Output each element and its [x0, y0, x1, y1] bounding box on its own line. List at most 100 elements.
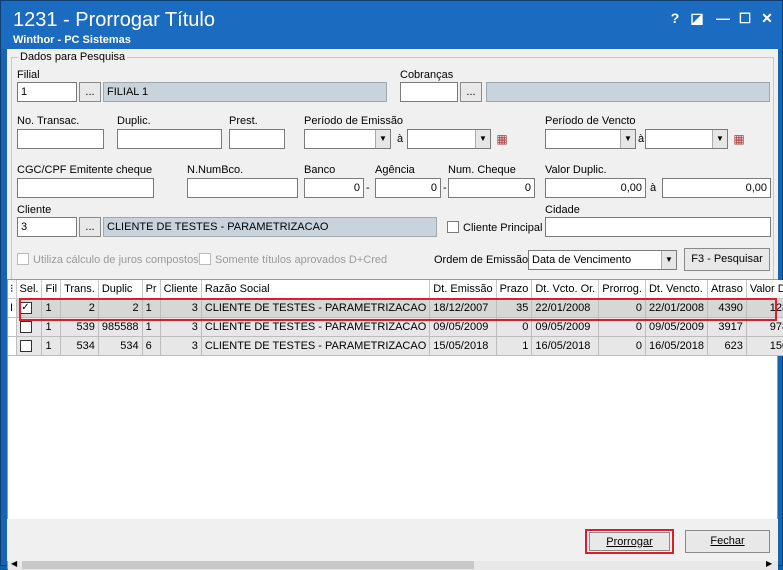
button-bar: Prorrogar Fechar: [7, 519, 778, 561]
agencia-label: Agência: [375, 164, 415, 176]
juros-checkbox[interactable]: [17, 253, 29, 265]
duplic-label: Duplic.: [117, 115, 151, 127]
emissao-to-date[interactable]: ▼: [407, 129, 491, 149]
col-vencto[interactable]: Dt. Vencto.: [645, 280, 709, 299]
aprovados-checkbox[interactable]: [199, 253, 211, 265]
scrollbar-thumb[interactable]: [22, 560, 474, 569]
row-indicator: I: [8, 298, 17, 318]
transac-label: No. Transac.: [17, 115, 80, 127]
chevron-down-icon[interactable]: ▼: [475, 130, 490, 148]
maximize-button[interactable]: ☐: [735, 9, 755, 27]
group-title: Dados para Pesquisa: [18, 51, 128, 63]
vencto-to-date[interactable]: ▼: [645, 129, 728, 149]
chevron-down-icon[interactable]: ▼: [620, 130, 635, 148]
prest-label: Prest.: [229, 115, 258, 127]
row-indicator: [8, 317, 17, 337]
agencia-input[interactable]: 0: [375, 178, 441, 198]
filial-name-field: FILIAL 1: [103, 82, 387, 102]
col-trans[interactable]: Trans.: [60, 280, 99, 299]
row-checkbox[interactable]: [19, 339, 32, 352]
cliente-code-input[interactable]: 3: [17, 217, 77, 237]
duplic-input[interactable]: [117, 129, 222, 149]
col-emissao[interactable]: Dt. Emissão: [429, 280, 497, 299]
window-title: 1231 - Prorrogar Título: [13, 9, 215, 31]
form-body: Dados para Pesquisa Filial 1 ... FILIAL …: [7, 49, 783, 570]
banco-label: Banco: [304, 164, 336, 176]
cliente-principal-label: Cliente Principal: [463, 222, 543, 234]
row-select-cell[interactable]: [16, 336, 43, 356]
col-pr[interactable]: Pr: [142, 280, 161, 299]
agencia-sep: -: [443, 182, 447, 194]
table-row[interactable]: 1 534 534 6 3 CLIENTE DE TESTES - PARAME…: [8, 336, 783, 356]
cidade-label: Cidade: [545, 204, 580, 216]
col-prorrog[interactable]: Prorrog.: [598, 280, 646, 299]
num-cheque-input[interactable]: 0: [448, 178, 535, 198]
cobrancas-code-input[interactable]: [400, 82, 458, 102]
banco-input[interactable]: 0: [304, 178, 364, 198]
col-vcto-or[interactable]: Dt. Vcto. Or.: [531, 280, 600, 299]
prorrogar-button[interactable]: Prorrogar: [589, 532, 670, 551]
valor-sep: à: [650, 182, 657, 194]
chevron-down-icon[interactable]: ▼: [712, 130, 727, 148]
row-highlight: [19, 298, 777, 321]
col-cliente[interactable]: Cliente: [160, 280, 202, 299]
ordem-label: Ordem de Emissão: [434, 254, 529, 266]
col-razao[interactable]: Razão Social: [201, 280, 431, 299]
cgc-label: CGC/CPF Emitente cheque: [17, 164, 153, 176]
minimize-button[interactable]: —: [713, 9, 733, 27]
filial-label: Filial: [17, 69, 40, 81]
vencto-sep: à: [638, 133, 645, 145]
restore-icon[interactable]: ◪: [687, 9, 707, 27]
transac-input[interactable]: [17, 129, 104, 149]
ordem-value: Data de Vencimento: [532, 254, 632, 266]
calendar-icon[interactable]: ▦: [493, 130, 511, 148]
fechar-button[interactable]: Fechar: [685, 530, 770, 553]
valor-to-input[interactable]: 0,00: [662, 178, 771, 198]
cgc-input[interactable]: [17, 178, 154, 198]
cell-prazo: 1: [496, 336, 533, 356]
grid-header: ⁝ Sel. Fil Trans. Duplic Pr Cliente Razã…: [8, 280, 783, 299]
close-button[interactable]: ✕: [757, 9, 777, 27]
row-checkbox[interactable]: [19, 320, 32, 333]
col-prazo[interactable]: Prazo: [496, 280, 533, 299]
cliente-name-field: CLIENTE DE TESTES - PARAMETRIZACAO: [103, 217, 437, 237]
valor-from-input[interactable]: 0,00: [545, 178, 646, 198]
col-valor[interactable]: Valor Dupl.: [746, 280, 783, 299]
col-duplic[interactable]: Duplic: [98, 280, 143, 299]
calendar-icon[interactable]: ▦: [730, 130, 748, 148]
juros-label: Utiliza cálculo de juros compostos: [33, 254, 199, 266]
filial-browse-button[interactable]: ...: [79, 82, 101, 102]
cell-trans: 534: [60, 336, 99, 356]
row-indicator: [8, 336, 17, 356]
cell-emissao: 15/05/2018: [429, 336, 497, 356]
cliente-principal-checkbox[interactable]: [447, 221, 459, 233]
cobrancas-name-field: [486, 82, 770, 102]
window-subtitle: Winthor - PC Sistemas: [13, 34, 131, 46]
cell-prorrog: 0: [598, 336, 646, 356]
cobrancas-browse-button[interactable]: ...: [460, 82, 482, 102]
col-sel[interactable]: Sel.: [16, 280, 43, 299]
ordem-select[interactable]: Data de Vencimento ▼: [528, 250, 677, 270]
emissao-sep: à: [397, 133, 404, 145]
chevron-down-icon[interactable]: ▼: [661, 251, 676, 269]
help-button[interactable]: ?: [665, 9, 685, 27]
prest-input[interactable]: [229, 129, 285, 149]
cobrancas-label: Cobranças: [400, 69, 454, 81]
aprovados-label: Somente títulos aprovados D+Cred: [215, 254, 388, 266]
cidade-input[interactable]: [545, 217, 771, 237]
emissao-from-date[interactable]: ▼: [304, 129, 391, 149]
vencto-from-date[interactable]: ▼: [545, 129, 636, 149]
filial-code-input[interactable]: 1: [17, 82, 77, 102]
row-indicator-header: ⁝: [8, 280, 17, 299]
pesquisar-button[interactable]: F3 - Pesquisar: [684, 248, 770, 271]
valor-duplic-label: Valor Duplic.: [545, 164, 607, 176]
periodo-emissao-label: Período de Emissão: [304, 115, 404, 127]
cell-vcto-or: 16/05/2018: [531, 336, 600, 356]
chevron-down-icon[interactable]: ▼: [375, 130, 390, 148]
window: 1231 - Prorrogar Título Winthor - PC Sis…: [0, 0, 783, 570]
numbco-input[interactable]: [187, 178, 298, 198]
cliente-browse-button[interactable]: ...: [79, 217, 101, 237]
col-fil[interactable]: Fil: [41, 280, 62, 299]
banco-sep: -: [366, 182, 370, 194]
col-atraso[interactable]: Atraso: [707, 280, 747, 299]
